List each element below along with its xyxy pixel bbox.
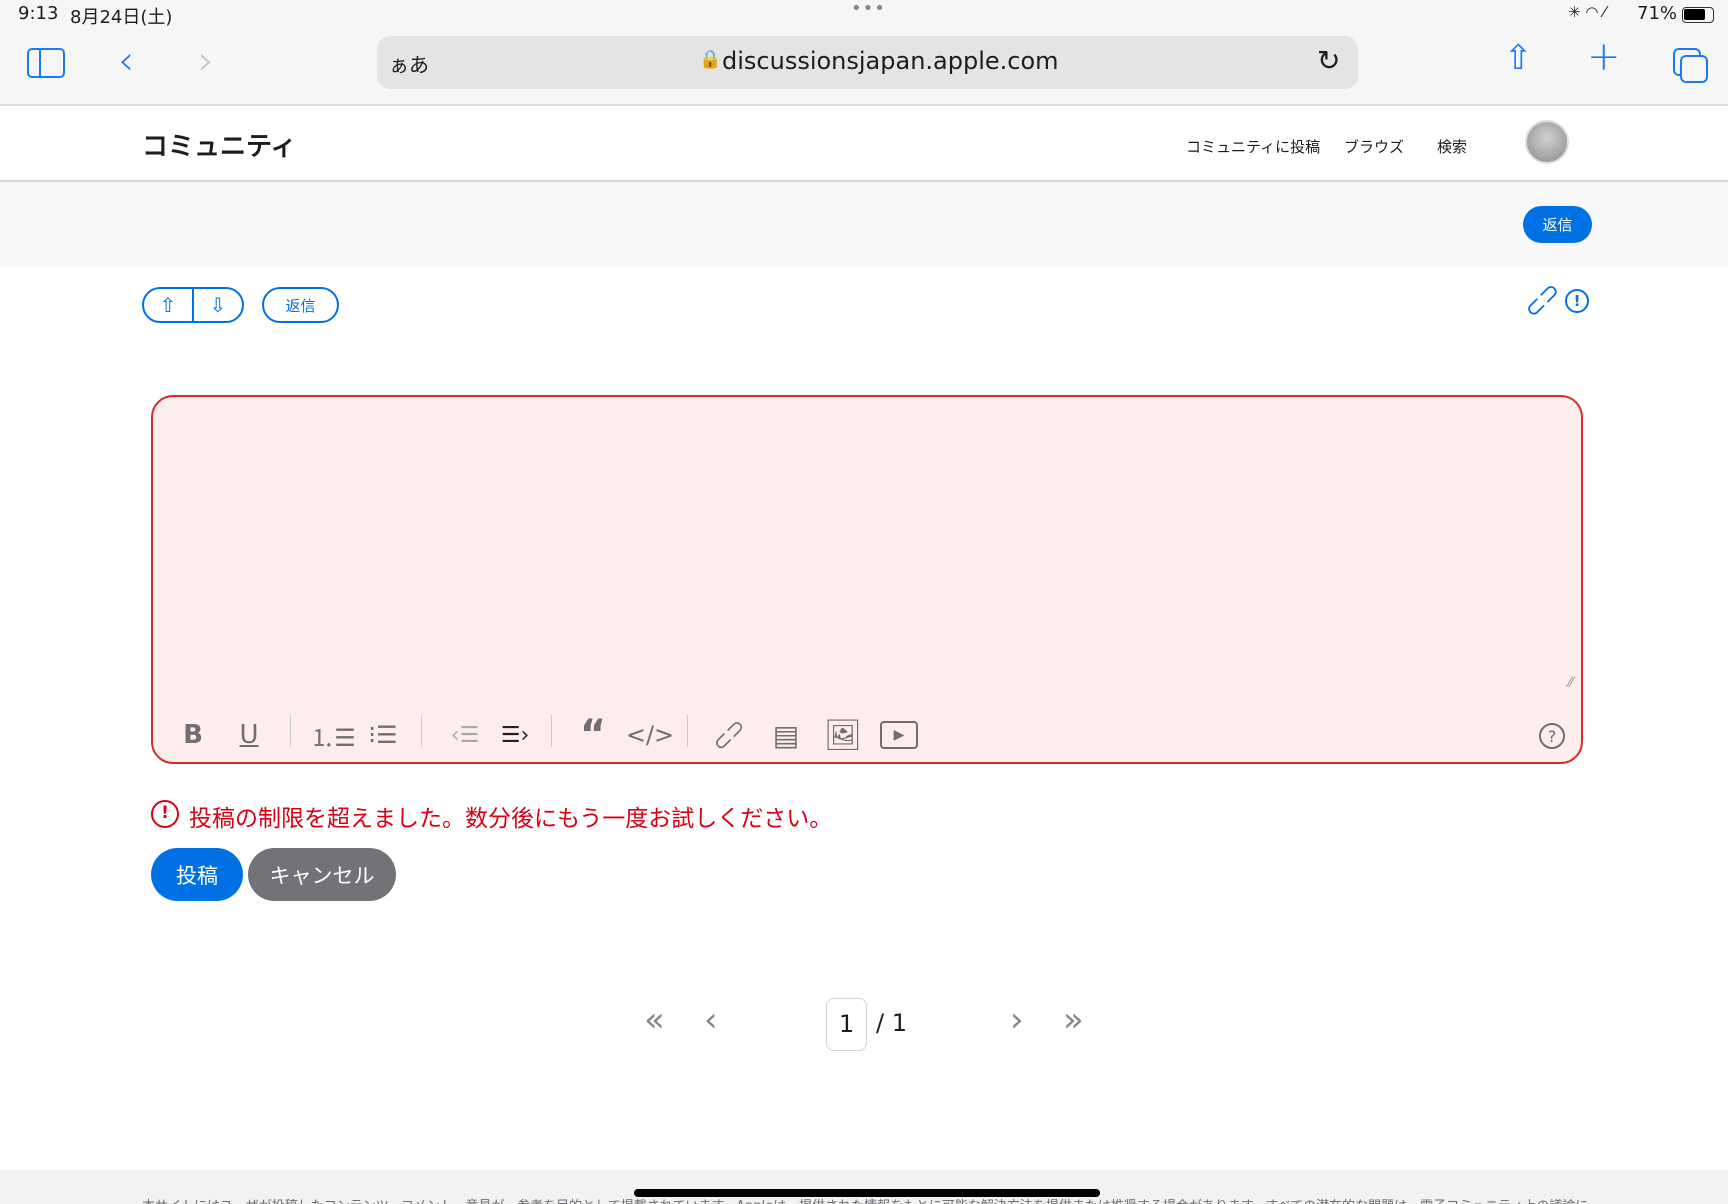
page-total: / 1 bbox=[876, 1009, 907, 1037]
wifi-icon: ✳ ◠ ⁄ bbox=[1568, 3, 1606, 21]
text-size-button[interactable]: ぁあ bbox=[389, 49, 429, 78]
last-page-icon[interactable]: » bbox=[1063, 1000, 1084, 1040]
multitask-dots-icon[interactable]: ••• bbox=[851, 0, 886, 19]
error-icon: ! bbox=[151, 800, 179, 828]
back-button[interactable]: ‹ bbox=[118, 38, 134, 84]
link-icon[interactable]: ⊂⊃ bbox=[1518, 276, 1566, 324]
error-message: 投稿の制限を超えました。数分後にもう一度お試しください。 bbox=[189, 806, 833, 832]
battery-icon bbox=[1682, 7, 1714, 23]
image-icon[interactable]: 🖼 bbox=[823, 717, 863, 753]
url-text[interactable]: discussionsjapan.apple.com bbox=[722, 47, 1059, 75]
reply-editor[interactable]: ⁄⁄ B U ⒈☰ ⁝☰ ‹☰ ☰› “ </> ⊂⊃ ▤ 🖼 ▶ ? bbox=[151, 395, 1583, 764]
home-indicator[interactable] bbox=[634, 1189, 1100, 1197]
new-tab-icon[interactable]: + bbox=[1587, 34, 1621, 80]
sidebar-toggle-icon[interactable] bbox=[27, 48, 65, 78]
unordered-list-icon[interactable]: ⁝☰ bbox=[363, 717, 403, 753]
site-title[interactable]: コミュニティ bbox=[142, 126, 296, 163]
nav-post[interactable]: コミュニティに投稿 bbox=[1186, 136, 1320, 157]
nav-search[interactable]: 検索 bbox=[1437, 136, 1467, 157]
vote-group: ⇧ ⇩ bbox=[142, 287, 244, 323]
page-input[interactable]: 1 bbox=[826, 998, 867, 1051]
avatar[interactable] bbox=[1525, 120, 1569, 164]
share-icon[interactable]: ⇧ bbox=[1504, 38, 1533, 78]
status-time: 9:13 bbox=[18, 3, 59, 24]
first-page-icon[interactable]: « bbox=[644, 1000, 665, 1040]
footer: 本サイトにはユーザが投稿したコンテンツ、コメント、意見が、参考を目的として掲載さ… bbox=[0, 1170, 1728, 1204]
site-header: コミュニティ コミュニティに投稿 ブラウズ 検索 bbox=[0, 106, 1728, 182]
forward-button[interactable]: › bbox=[198, 38, 214, 84]
document-icon[interactable]: ▤ bbox=[771, 717, 801, 753]
help-icon[interactable]: ? bbox=[1539, 723, 1565, 749]
indent-icon[interactable]: ☰› bbox=[493, 717, 537, 753]
bold-icon[interactable]: B bbox=[175, 717, 211, 753]
next-page-icon[interactable]: › bbox=[1010, 1000, 1024, 1040]
upvote-arrow-icon[interactable]: ⇧ bbox=[144, 289, 194, 321]
nav-browse[interactable]: ブラウズ bbox=[1344, 136, 1404, 157]
status-date: 8月24日(土) bbox=[70, 7, 173, 28]
browser-toolbar: ‹ › ぁあ 🔒 discussionsjapan.apple.com ↻ ⇧ … bbox=[0, 30, 1728, 106]
ordered-list-icon[interactable]: ⒈☰ bbox=[310, 717, 356, 753]
resize-handle-icon[interactable]: ⁄⁄ bbox=[1568, 675, 1573, 691]
downvote-arrow-icon[interactable]: ⇩ bbox=[194, 289, 242, 321]
prev-page-icon[interactable]: ‹ bbox=[704, 1000, 718, 1040]
battery-percent: 71% bbox=[1637, 3, 1678, 24]
underline-icon[interactable]: U bbox=[231, 717, 267, 753]
lock-icon: 🔒 bbox=[699, 49, 722, 70]
reply-button-top[interactable]: 返信 bbox=[1523, 206, 1592, 243]
code-icon[interactable]: </> bbox=[625, 717, 675, 753]
submit-button[interactable]: 投稿 bbox=[151, 848, 243, 901]
quote-icon[interactable]: “ bbox=[571, 712, 615, 758]
cancel-button[interactable]: キャンセル bbox=[248, 848, 396, 901]
video-icon[interactable]: ▶ bbox=[880, 721, 918, 749]
reload-icon[interactable]: ↻ bbox=[1317, 44, 1340, 77]
outdent-icon[interactable]: ‹☰ bbox=[443, 717, 487, 753]
reply-band: 返信 bbox=[0, 182, 1728, 267]
link-insert-icon[interactable]: ⊂⊃ bbox=[702, 708, 756, 762]
reply-button[interactable]: 返信 bbox=[262, 287, 339, 323]
status-bar: 9:13 8月24日(土) ••• ✳ ◠ ⁄ 71% bbox=[0, 0, 1728, 30]
report-icon[interactable]: ! bbox=[1565, 289, 1589, 313]
address-bar[interactable]: ぁあ 🔒 discussionsjapan.apple.com ↻ bbox=[377, 36, 1358, 89]
